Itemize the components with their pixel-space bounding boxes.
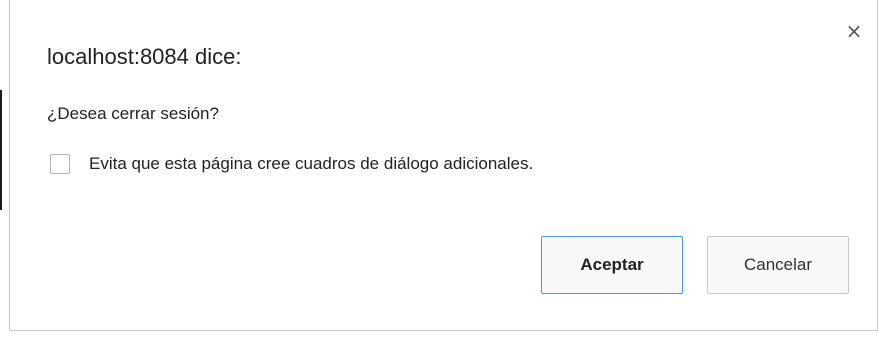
suppress-dialogs-checkbox[interactable] [50, 154, 70, 174]
alert-dialog: × localhost:8084 dice: ¿Desea cerrar ses… [9, 0, 878, 331]
page: × localhost:8084 dice: ¿Desea cerrar ses… [0, 0, 878, 339]
background-edge-mark [0, 90, 2, 210]
cancel-button[interactable]: Cancelar [707, 236, 849, 294]
dialog-message: ¿Desea cerrar sesión? [47, 104, 219, 123]
accept-button[interactable]: Aceptar [541, 236, 683, 294]
suppress-dialogs-option[interactable]: Evita que esta página cree cuadros de di… [50, 154, 533, 174]
suppress-dialogs-label[interactable]: Evita que esta página cree cuadros de di… [89, 154, 533, 174]
dialog-title: localhost:8084 dice: [47, 44, 242, 69]
close-icon[interactable]: × [843, 20, 865, 42]
background-window-edge [0, 0, 8, 339]
